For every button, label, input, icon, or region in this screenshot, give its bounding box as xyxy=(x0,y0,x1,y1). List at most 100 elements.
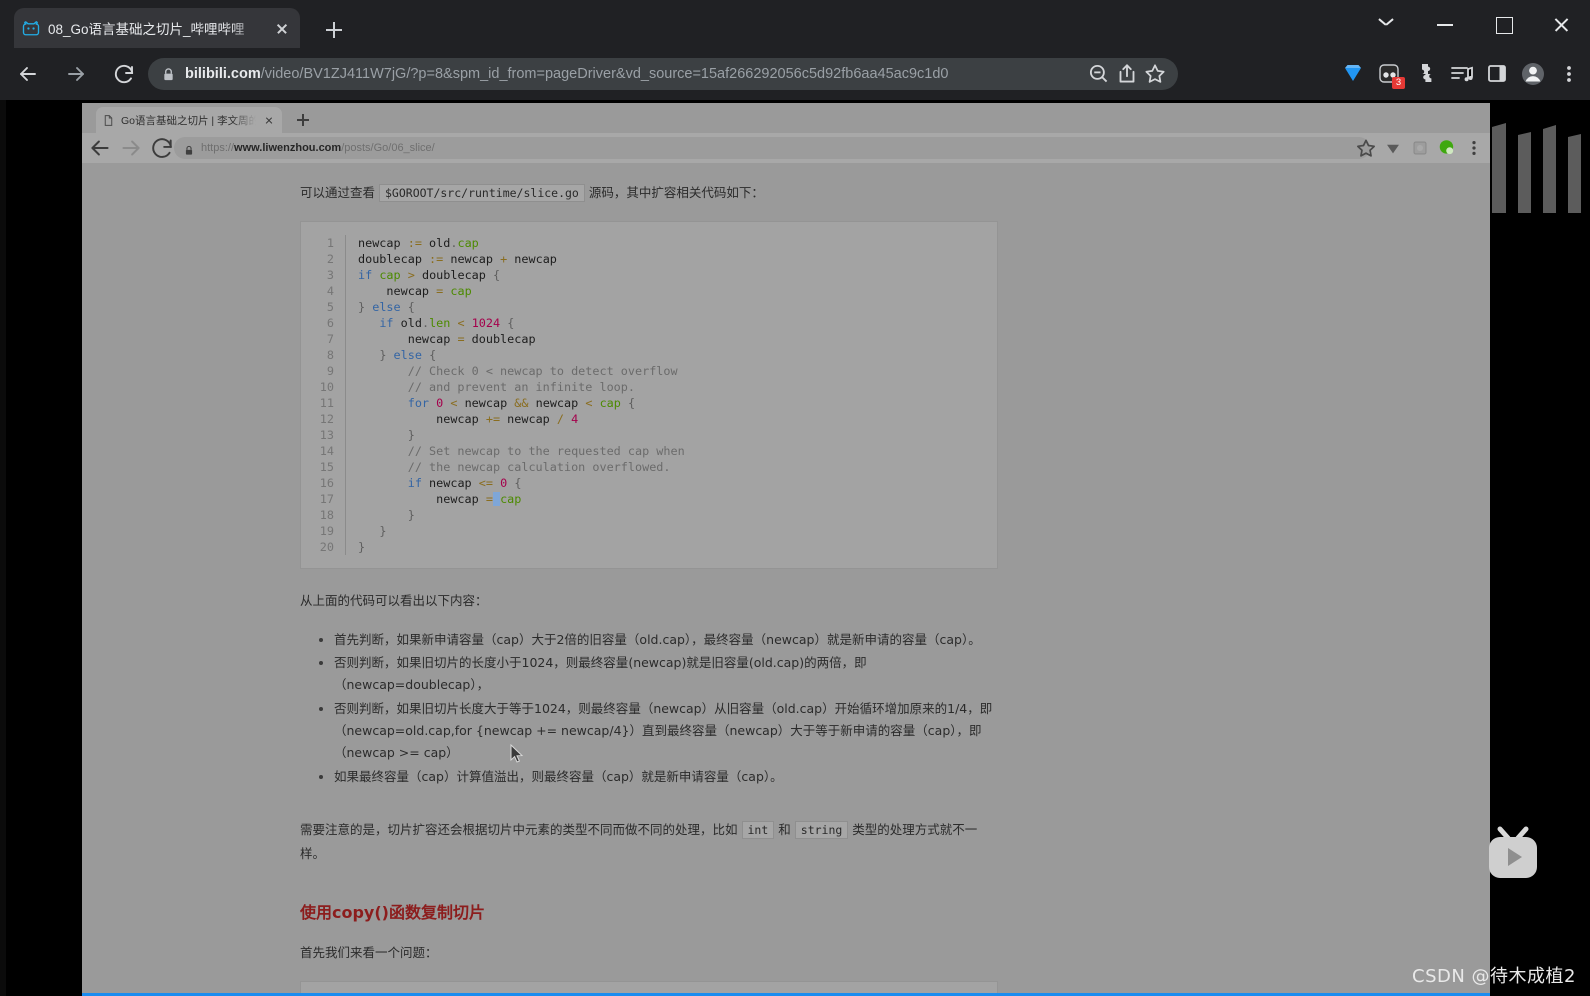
bilibili-tv-icon xyxy=(22,19,40,37)
bookmark-star-icon[interactable] xyxy=(1353,135,1379,161)
code-text: newcap := old.cap xyxy=(345,234,479,251)
diamond-extension-icon[interactable] xyxy=(1336,54,1370,94)
line-number: 14 xyxy=(319,443,334,458)
maximize-icon[interactable] xyxy=(1474,0,1532,48)
green-circle-extension-icon[interactable] xyxy=(1434,135,1460,161)
line-number: 4 xyxy=(326,283,334,298)
note-prefix: 需要注意的是，切片扩容还会根据切片中元素的类型不同而做不同的处理，比如 xyxy=(300,821,738,837)
close-icon[interactable] xyxy=(1532,0,1590,48)
intro-paragraph: 可以通过查看 $GOROOT/src/runtime/slice.go 源码，其… xyxy=(300,181,998,205)
inline-code-goroot: $GOROOT/src/runtime/slice.go xyxy=(379,184,585,202)
reload-icon[interactable] xyxy=(149,135,175,161)
note-mid: 和 xyxy=(778,821,791,837)
code-line: 17 newcap = cap xyxy=(301,490,997,507)
line-number: 18 xyxy=(319,507,334,522)
line-number: 10 xyxy=(319,379,334,394)
close-icon[interactable] xyxy=(262,113,276,127)
reload-icon[interactable] xyxy=(104,54,144,94)
code-text: // Check 0 < newcap to detect overflow xyxy=(345,362,678,379)
code-text: } else { xyxy=(345,346,436,363)
download-chevron-icon[interactable] xyxy=(1380,135,1406,161)
line-number: 7 xyxy=(326,331,334,346)
code-line: 13 } xyxy=(301,426,997,443)
bilibili-play-button-icon[interactable] xyxy=(1484,826,1542,882)
code-text: } xyxy=(345,522,386,539)
inline-code-string: string xyxy=(794,820,849,839)
code-line: 20} xyxy=(301,538,997,555)
line-number: 13 xyxy=(319,427,334,442)
forward-arrow-icon[interactable] xyxy=(56,54,96,94)
grey-extension-icon[interactable] xyxy=(1407,135,1433,161)
window-controls xyxy=(1358,0,1590,48)
inner-browser-tab[interactable]: Go语言基础之切片 | 李文周的博客 xyxy=(96,107,282,133)
new-tab-button[interactable] xyxy=(294,111,312,129)
lock-icon xyxy=(184,143,194,155)
lock-icon xyxy=(162,67,175,82)
line-number: 16 xyxy=(319,475,334,490)
list-item: 否则判断，如果旧切片的长度小于1024，则最终容量(newcap)就是旧容量(o… xyxy=(334,652,998,696)
address-bar-text: bilibili.com/video/BV1ZJ411W7jG/?p=8&spm… xyxy=(185,66,948,82)
forward-arrow-icon[interactable] xyxy=(118,135,144,161)
minimize-icon[interactable] xyxy=(1416,0,1474,48)
line-number: 15 xyxy=(319,459,334,474)
section-heading-copy: 使用copy()函数复制切片 xyxy=(300,903,485,923)
share-icon[interactable] xyxy=(1114,61,1140,87)
puzzle-extensions-icon[interactable] xyxy=(1408,54,1442,94)
section-lead-paragraph: 首先我们来看一个问题： xyxy=(300,945,438,961)
url-path: /video/BV1ZJ411W7jG/?p=8&spm_id_from=pag… xyxy=(260,66,949,82)
line-number: 2 xyxy=(326,251,334,266)
code-line: 9 // Check 0 < newcap to detect overflow xyxy=(301,362,997,379)
code-text: } xyxy=(345,426,415,443)
zoom-out-icon[interactable] xyxy=(1086,61,1112,87)
side-panel-icon[interactable] xyxy=(1480,54,1514,94)
code-line: 14 // Set newcap to the requested cap wh… xyxy=(301,442,997,459)
line-number: 12 xyxy=(319,411,334,426)
new-tab-button[interactable] xyxy=(320,16,348,44)
chevron-down-icon[interactable] xyxy=(1358,0,1416,48)
tab-strip: 08_Go语言基础之切片_哔哩哔哩 xyxy=(0,0,1590,48)
omnibox-action-icons xyxy=(1086,61,1168,87)
close-icon[interactable] xyxy=(272,18,292,38)
code-line: 4 newcap = cap xyxy=(301,282,997,299)
inner-browser-tab-title: Go语言基础之切片 | 李文周的博客 xyxy=(121,114,256,127)
browser-tab-bilibili[interactable]: 08_Go语言基础之切片_哔哩哔哩 xyxy=(14,8,300,48)
three-dot-menu-icon[interactable] xyxy=(1461,135,1487,161)
code-text: newcap += newcap / 4 xyxy=(345,410,578,427)
line-number: 8 xyxy=(326,347,334,362)
page-document-icon xyxy=(102,114,115,127)
line-number: 3 xyxy=(326,267,334,282)
line-number: 20 xyxy=(319,539,334,554)
profile-avatar-icon[interactable] xyxy=(1516,54,1550,94)
csdn-watermark: CSDN @待木成植2 xyxy=(1412,966,1576,987)
list-item: 否则判断，如果旧切片长度大于等于1024，则最终容量（newcap）从旧容量（o… xyxy=(334,698,998,764)
code-text: for 0 < newcap && newcap < cap { xyxy=(345,394,635,411)
list-item: 首先判断，如果新申请容量（cap）大于2倍的旧容量（old.cap），最终容量（… xyxy=(334,629,998,651)
code-text: if old.len < 1024 { xyxy=(345,314,514,331)
code-text: } else { xyxy=(345,298,415,315)
bookmark-star-icon[interactable] xyxy=(1142,61,1168,87)
address-bar[interactable]: bilibili.com/video/BV1ZJ411W7jG/?p=8&spm… xyxy=(148,58,1178,90)
code-text: newcap = cap xyxy=(345,490,521,507)
code-text: doublecap := newcap + newcap xyxy=(345,250,557,267)
code-line: 16 if newcap <= 0 { xyxy=(301,474,997,491)
code-line: 1 newcap := old.cap xyxy=(301,234,997,251)
code-line: 18 } xyxy=(301,506,997,523)
line-number: 6 xyxy=(326,315,334,330)
code-text: newcap = doublecap xyxy=(345,330,536,347)
code-text: if cap > doublecap { xyxy=(345,266,500,283)
back-arrow-icon[interactable] xyxy=(8,54,48,94)
code-line: 6 if old.len < 1024 { xyxy=(301,314,997,331)
code-text: if newcap <= 0 { xyxy=(345,474,521,491)
tampermonkey-extension-icon[interactable]: 3 xyxy=(1372,54,1406,94)
inner-address-bar[interactable]: https://www.liwenzhou.com/posts/Go/06_sl… xyxy=(174,137,1370,159)
three-dot-menu-icon[interactable] xyxy=(1552,54,1586,94)
browser-tab-title: 08_Go语言基础之切片_哔哩哔哩 xyxy=(48,22,245,37)
code-text: } xyxy=(345,506,415,523)
toolbar-extension-icons: 3 xyxy=(1336,54,1586,94)
intro-prefix: 可以通过查看 xyxy=(300,185,376,200)
code-line: 19 } xyxy=(301,522,997,539)
inner-tab-strip: Go语言基础之切片 | 李文周的博客 xyxy=(82,103,1490,133)
back-arrow-icon[interactable] xyxy=(87,135,113,161)
media-playlist-icon[interactable] xyxy=(1444,54,1478,94)
code-text: // and prevent an infinite loop. xyxy=(345,378,635,395)
